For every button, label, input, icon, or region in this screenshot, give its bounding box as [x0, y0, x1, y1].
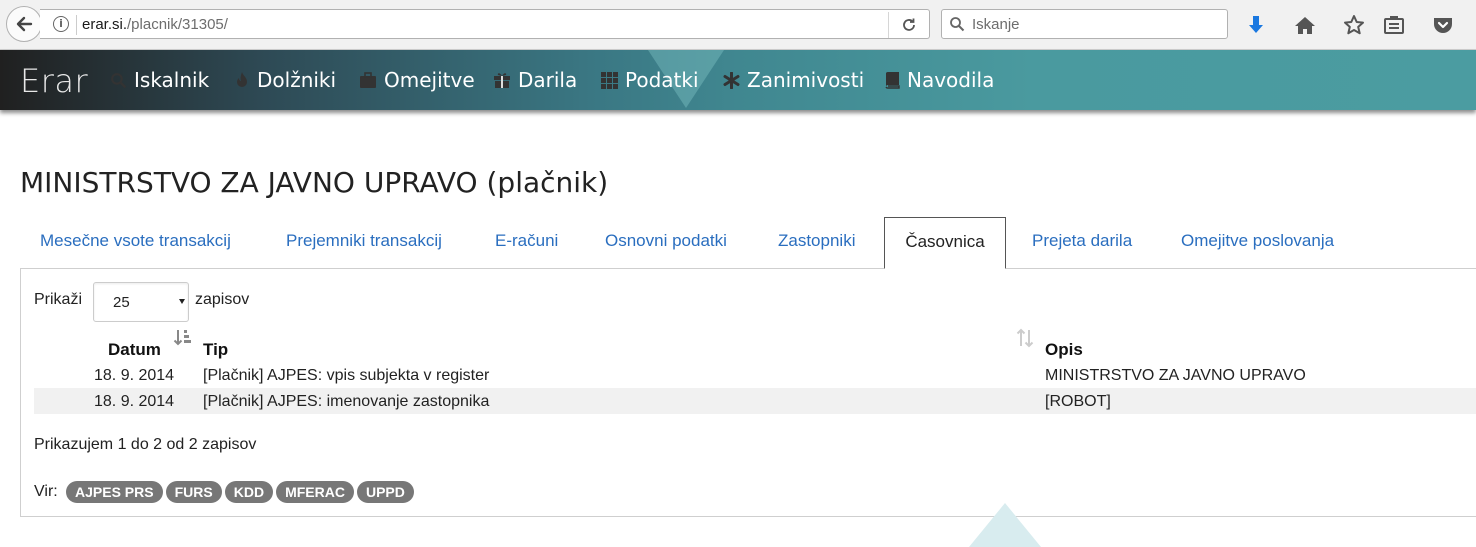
nav-label: Iskalnik: [134, 68, 210, 92]
url-bar[interactable]: i erar.si./placnik/31305/: [40, 9, 930, 39]
reload-separator: [888, 12, 889, 38]
download-icon[interactable]: [1244, 13, 1268, 37]
info-icon[interactable]: i: [53, 16, 69, 32]
tab-prejemniki[interactable]: Prejemniki transakcij: [286, 231, 442, 251]
nav-label: Navodila: [907, 68, 995, 92]
cell-tip: [Plačnik] AJPES: vpis subjekta v registe…: [203, 367, 490, 384]
source-badge[interactable]: MFERAC: [276, 481, 354, 503]
nav-label: Dolžniki: [257, 68, 337, 92]
site-navbar: Erar Iskalnik Dolžniki Omejitve Darila P…: [0, 50, 1476, 110]
tab-casovnica[interactable]: Časovnica: [884, 217, 1006, 269]
nav-label: Zanimivosti: [747, 68, 865, 92]
tab-mesecne-vsote[interactable]: Mesečne vsote transakcij: [40, 231, 231, 251]
sources-label: Vir:: [34, 483, 58, 500]
records-label: zapisov: [195, 291, 250, 308]
source-badges: AJPES PRS FURS KDD MFERAC UPPD: [66, 481, 414, 503]
page-title: MINISTRSTVO ZA JAVNO UPRAVO (plačnik): [20, 166, 609, 199]
search-icon: [111, 72, 127, 88]
pocket-icon[interactable]: [1431, 13, 1455, 37]
nav-item-dolzniki[interactable]: Dolžniki: [234, 68, 336, 92]
cell-tip: [Plačnik] AJPES: imenovanje zastopnika: [203, 393, 490, 410]
source-badge[interactable]: FURS: [165, 481, 222, 503]
caret-down-icon: [179, 299, 185, 304]
url-text[interactable]: erar.si./placnik/31305/: [82, 16, 228, 33]
tab-osnovni-podatki[interactable]: Osnovni podatki: [605, 231, 727, 251]
column-header-tip[interactable]: Tip: [203, 340, 228, 360]
asterisk-icon: [723, 71, 740, 89]
search-placeholder: Iskanje: [972, 16, 1020, 33]
nav-item-podatki[interactable]: Podatki: [601, 68, 699, 92]
sort-both-icon[interactable]: [1015, 328, 1035, 348]
url-separator: [76, 15, 77, 35]
nav-item-darila[interactable]: Darila: [493, 68, 577, 92]
search-bar[interactable]: Iskanje: [941, 9, 1228, 39]
nav-label: Darila: [518, 68, 578, 92]
background-decoration: [969, 503, 1041, 547]
back-button[interactable]: [6, 6, 42, 42]
nav-item-iskalnik[interactable]: Iskalnik: [110, 68, 209, 92]
nav-label: Omejitve: [384, 68, 475, 92]
nav-item-navodila[interactable]: Navodila: [884, 68, 994, 92]
cell-datum: 18. 9. 2014: [94, 393, 175, 410]
cell-opis: MINISTRSTVO ZA JAVNO UPRAVO: [1045, 367, 1306, 384]
reload-icon[interactable]: [899, 15, 919, 35]
nav-item-omejitve[interactable]: Omejitve: [359, 68, 475, 92]
cell-opis: [ROBOT]: [1045, 393, 1111, 410]
cell-datum: 18. 9. 2014: [94, 367, 175, 384]
briefcase-icon: [360, 71, 376, 88]
sort-desc-icon[interactable]: [173, 328, 193, 348]
url-host: erar.si.: [82, 16, 128, 33]
arrow-left-icon: [16, 16, 33, 32]
fire-icon: [237, 72, 247, 87]
browser-toolbar: i erar.si./placnik/31305/ Iskanje: [0, 0, 1476, 50]
tab-zastopniki[interactable]: Zastopniki: [778, 231, 855, 251]
column-header-datum[interactable]: Datum: [108, 340, 161, 360]
home-icon[interactable]: [1293, 13, 1317, 37]
tab-prejeta-darila[interactable]: Prejeta darila: [1032, 231, 1132, 251]
magnifier-icon: [950, 17, 965, 32]
gift-icon: [494, 73, 510, 88]
tab-e-racuni[interactable]: E-računi: [495, 231, 558, 251]
url-path: /placnik/31305/: [127, 16, 228, 33]
tab-omejitve-poslovanja[interactable]: Omejitve poslovanja: [1181, 231, 1334, 251]
source-badge[interactable]: AJPES PRS: [66, 481, 163, 503]
nav-item-zanimivosti[interactable]: Zanimivosti: [723, 68, 864, 92]
grid-icon: [601, 71, 618, 89]
nav-label: Podatki: [625, 68, 699, 92]
column-header-opis[interactable]: Opis: [1045, 340, 1083, 360]
star-icon[interactable]: [1342, 13, 1366, 37]
source-badge[interactable]: UPPD: [356, 481, 414, 503]
show-label: Prikaži: [34, 291, 83, 308]
reading-list-icon[interactable]: [1382, 13, 1406, 37]
tab-bar: Mesečne vsote transakcij Prejemniki tran…: [20, 217, 1476, 269]
table-summary: Prikazujem 1 do 2 od 2 zapisov: [34, 436, 257, 453]
source-badge[interactable]: KDD: [224, 481, 274, 503]
page-size-select[interactable]: 25: [93, 282, 189, 322]
book-icon: [885, 71, 900, 89]
site-brand[interactable]: Erar: [20, 62, 88, 100]
page-size-value: 25: [113, 294, 130, 311]
